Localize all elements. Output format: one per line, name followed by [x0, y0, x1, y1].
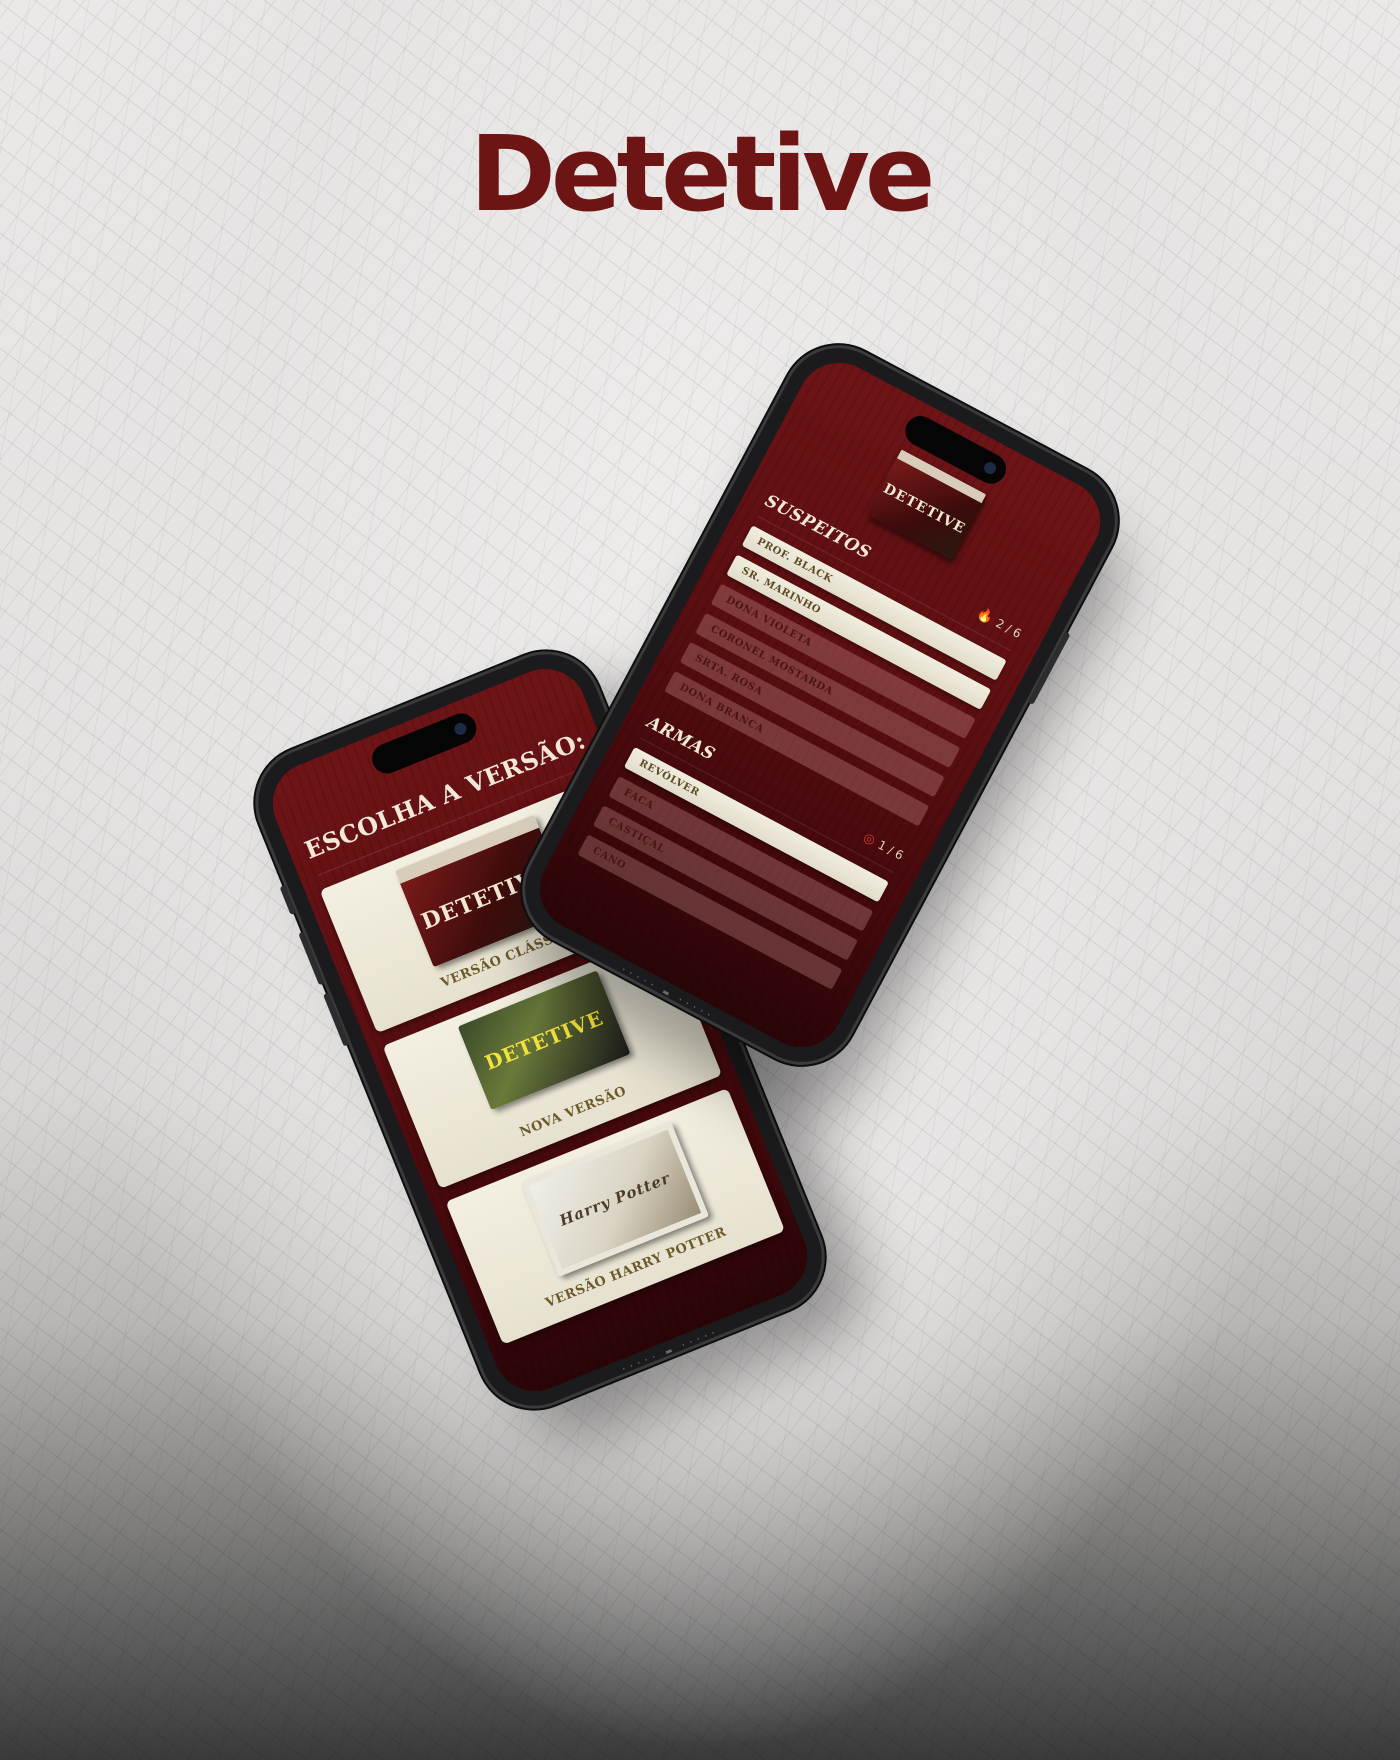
- new-box-image: DETETIVE: [457, 970, 631, 1111]
- flame-icon: 🔥: [974, 605, 996, 627]
- weapons-count: 1 / 6: [875, 837, 906, 863]
- cover-text: DETETIVE: [880, 480, 968, 538]
- suspects-counter: 🔥 2 / 6: [974, 606, 1024, 642]
- brand-title: Detetive: [469, 113, 936, 235]
- harry-potter-box-text: Harry Potter: [556, 1168, 673, 1230]
- suspects-count: 2 / 6: [993, 616, 1024, 642]
- new-box-text: DETETIVE: [481, 1005, 607, 1075]
- target-icon: ◎: [860, 829, 878, 849]
- weapons-counter: ◎ 1 / 6: [861, 830, 906, 864]
